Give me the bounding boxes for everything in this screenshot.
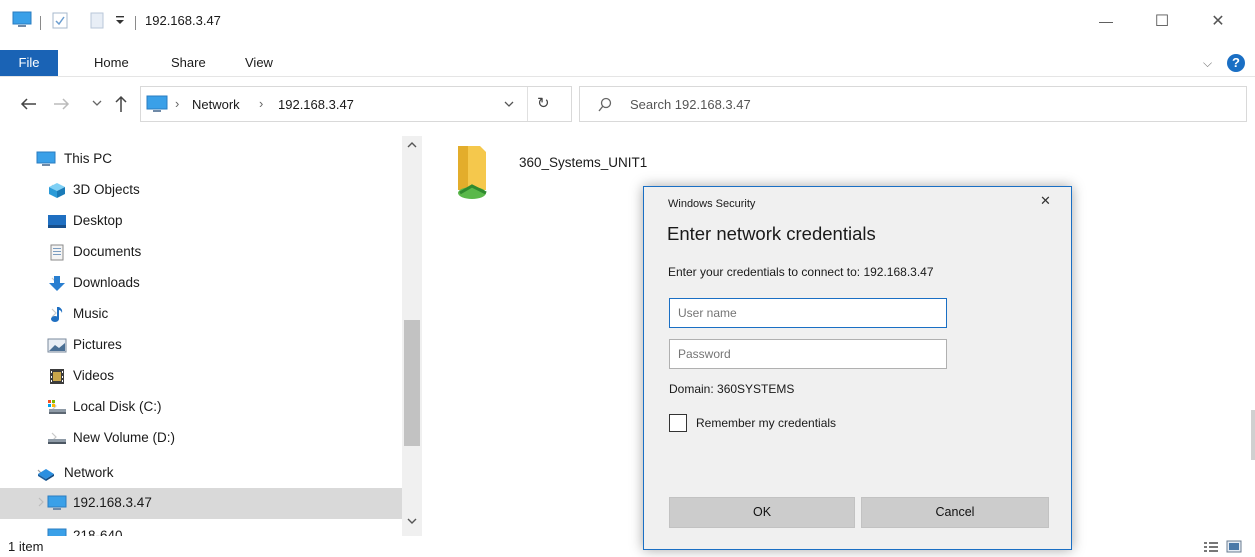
- monitor-icon: [36, 151, 56, 168]
- nav-item-label: 218-640: [73, 528, 123, 536]
- nav-item-label: Network: [64, 465, 114, 480]
- nav-item-new-volume-d[interactable]: New Volume (D:): [0, 423, 402, 454]
- expand-ribbon-icon[interactable]: ⌵: [1203, 50, 1212, 76]
- remember-label[interactable]: Remember my credentials: [696, 416, 836, 430]
- cube-icon: [47, 182, 67, 199]
- nav-item-desktop[interactable]: Desktop: [0, 206, 402, 237]
- chevron-right-icon[interactable]: [37, 497, 45, 507]
- tab-home[interactable]: Home: [94, 50, 129, 76]
- help-icon[interactable]: ?: [1227, 54, 1245, 72]
- system-drive-icon: [47, 399, 67, 416]
- scroll-up-icon[interactable]: [407, 140, 417, 150]
- document-icon: [47, 244, 67, 261]
- nav-item-label: Music: [73, 306, 109, 321]
- dialog-prompt: Enter your credentials to connect to: 19…: [668, 265, 934, 279]
- separator: [40, 16, 41, 30]
- content-item-label[interactable]: 360_Systems_UNIT1: [519, 155, 647, 170]
- breadcrumb-separator[interactable]: ›: [259, 96, 263, 111]
- username-input[interactable]: [669, 298, 947, 328]
- nav-item-label: Local Disk (C:): [73, 399, 162, 414]
- breadcrumb-separator[interactable]: ›: [175, 96, 179, 111]
- music-note-icon: [47, 306, 67, 323]
- large-icons-view-icon[interactable]: [1226, 540, 1242, 554]
- cancel-button[interactable]: Cancel: [861, 497, 1049, 528]
- separator: [135, 16, 136, 30]
- nav-item-label: This PC: [64, 151, 113, 166]
- navigation-pane: This PC 3D Objects Desktop Documents Dow…: [0, 136, 420, 536]
- properties-check-icon[interactable]: [52, 12, 68, 29]
- tab-view[interactable]: View: [245, 50, 273, 76]
- ribbon-tabs: File Home Share View ⌵ ?: [0, 50, 1255, 77]
- monitor-icon: [47, 495, 67, 512]
- nav-item-videos[interactable]: Videos: [0, 361, 402, 392]
- nav-item-music[interactable]: Music: [0, 299, 402, 330]
- monitor-icon: [47, 528, 67, 536]
- ok-button[interactable]: OK: [669, 497, 855, 528]
- up-arrow-icon[interactable]: [112, 94, 130, 114]
- nav-item-pictures[interactable]: Pictures: [0, 330, 402, 361]
- new-folder-icon[interactable]: [90, 12, 104, 29]
- nav-item-3d-objects[interactable]: 3D Objects: [0, 175, 402, 206]
- computer-icon[interactable]: [12, 11, 32, 29]
- details-view-icon[interactable]: [1203, 540, 1219, 554]
- search-box[interactable]: Search 192.168.3.47: [579, 86, 1247, 122]
- nav-item-documents[interactable]: Documents: [0, 237, 402, 268]
- remember-checkbox[interactable]: [669, 414, 687, 432]
- nav-item-downloads[interactable]: Downloads: [0, 268, 402, 299]
- forward-arrow-icon[interactable]: [50, 94, 72, 114]
- window-title: 192.168.3.47: [145, 13, 221, 28]
- back-arrow-icon[interactable]: [18, 94, 40, 114]
- close-button[interactable]: ✕: [1190, 0, 1246, 42]
- nav-item-218-640[interactable]: 218-640: [0, 521, 402, 536]
- recent-locations-chevron-icon[interactable]: [92, 98, 102, 108]
- network-icon: [36, 465, 56, 482]
- nav-item-label: Videos: [73, 368, 115, 383]
- scroll-down-icon[interactable]: [407, 516, 417, 526]
- nav-item-label: Documents: [73, 244, 142, 259]
- nav-item-this-pc[interactable]: This PC: [0, 144, 402, 175]
- breadcrumb-network[interactable]: Network: [192, 97, 240, 112]
- tab-file[interactable]: File: [0, 50, 58, 76]
- search-placeholder[interactable]: Search 192.168.3.47: [630, 97, 751, 112]
- address-bar[interactable]: › Network › 192.168.3.47 ↻: [140, 86, 572, 122]
- password-input[interactable]: [669, 339, 947, 369]
- shared-folder-icon[interactable]: [450, 144, 494, 202]
- nav-item-label: Downloads: [73, 275, 140, 290]
- title-bar: 192.168.3.47 — ☐ ✕: [0, 0, 1255, 42]
- dialog-heading: Enter network credentials: [667, 223, 876, 244]
- tab-share[interactable]: Share: [171, 50, 206, 76]
- nav-pane-scrollbar[interactable]: [402, 136, 422, 536]
- scroll-thumb[interactable]: [404, 320, 420, 446]
- nav-item-label: 192.168.3.47: [73, 495, 152, 510]
- computer-icon: [146, 95, 168, 114]
- refresh-icon[interactable]: ↻: [537, 94, 550, 112]
- nav-item-192-168-3-47[interactable]: 192.168.3.47: [0, 488, 402, 519]
- minimize-button[interactable]: —: [1078, 0, 1134, 42]
- separator: [18, 539, 19, 555]
- separator: [527, 87, 528, 121]
- nav-item-local-disk-c[interactable]: Local Disk (C:): [0, 392, 402, 423]
- nav-item-label: 3D Objects: [73, 182, 140, 197]
- film-icon: [47, 368, 67, 385]
- drive-icon: [47, 430, 67, 447]
- maximize-button[interactable]: ☐: [1134, 0, 1190, 42]
- nav-item-label: Desktop: [73, 213, 123, 228]
- desktop-icon: [47, 213, 67, 230]
- customize-quick-access-icon[interactable]: [115, 13, 125, 27]
- content-scrollbar[interactable]: [1251, 410, 1255, 460]
- address-row: › Network › 192.168.3.47 ↻ Search 192.16…: [0, 86, 1255, 124]
- picture-icon: [47, 337, 67, 354]
- search-icon: [598, 97, 612, 112]
- nav-item-network[interactable]: Network: [0, 458, 402, 489]
- item-count: 1 item: [8, 539, 44, 554]
- breadcrumb-ip[interactable]: 192.168.3.47: [278, 97, 354, 112]
- dialog-close-button[interactable]: ✕: [1040, 193, 1051, 209]
- nav-item-label: Pictures: [73, 337, 122, 352]
- dialog-caption: Windows Security: [668, 198, 756, 210]
- address-dropdown-icon[interactable]: [503, 98, 515, 110]
- domain-label: Domain: 360SYSTEMS: [669, 382, 795, 396]
- windows-security-dialog: Windows Security ✕ Enter network credent…: [643, 186, 1072, 550]
- nav-item-label: New Volume (D:): [73, 430, 176, 445]
- download-icon: [47, 275, 67, 292]
